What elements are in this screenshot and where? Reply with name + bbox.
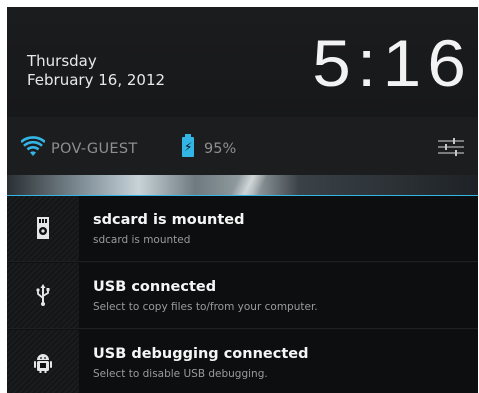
date-label: February 16, 2012 <box>27 71 166 89</box>
notification-body: USB debugging connected Select to disabl… <box>79 330 478 393</box>
android-debug-icon <box>34 354 52 373</box>
notification-body: sdcard is mounted sdcard is mounted <box>79 196 478 262</box>
notification-body: USB connected Select to copy files to/fr… <box>79 263 478 329</box>
divider <box>7 328 478 329</box>
notification-icon-cell <box>7 196 79 262</box>
notification-usb-debugging[interactable]: USB debugging connected Select to disabl… <box>7 330 478 393</box>
clock: 5:16 <box>311 26 472 100</box>
notification-subtitle: Select to disable USB debugging. <box>93 368 268 380</box>
clock-header: Thursday February 16, 2012 5:16 <box>7 7 478 117</box>
divider <box>7 261 478 262</box>
notification-subtitle: Select to copy files to/from your comput… <box>93 301 318 313</box>
usb-icon <box>36 284 50 306</box>
notification-subtitle: sdcard is mounted <box>93 234 191 246</box>
notification-title: USB debugging connected <box>93 346 309 362</box>
sdcard-icon <box>37 217 49 239</box>
notification-shade: Thursday February 16, 2012 5:16 POV-GUES… <box>7 7 478 393</box>
notification-sdcard[interactable]: sdcard is mounted sdcard is mounted <box>7 196 478 262</box>
notification-icon-cell <box>7 330 79 393</box>
notification-title: USB connected <box>93 279 217 295</box>
notification-usb-connected[interactable]: USB connected Select to copy files to/fr… <box>7 263 478 329</box>
notification-title: sdcard is mounted <box>93 212 245 228</box>
battery-percent: 95% <box>204 141 237 157</box>
battery-charging-icon: ⚡ <box>182 134 194 157</box>
quick-settings-icon[interactable] <box>438 136 464 158</box>
wifi-icon <box>21 136 45 156</box>
network-name: POV-GUEST <box>51 141 138 157</box>
notification-icon-cell <box>7 263 79 329</box>
bolt-icon: ⚡ <box>184 140 193 154</box>
day-label: Thursday <box>27 52 97 70</box>
date-block: Thursday February 16, 2012 <box>27 52 165 90</box>
status-row: POV-GUEST ⚡ 95% <box>7 117 478 175</box>
